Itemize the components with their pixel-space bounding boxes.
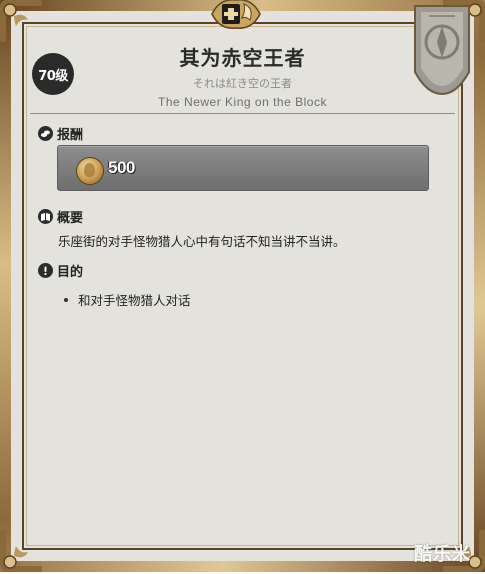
quest-title-block: 其为赤空王者 それは紅き空の王者 The Newer King on the B… xyxy=(0,42,485,109)
gil-coin-icon xyxy=(76,157,104,185)
objective-section-heading: 目的 xyxy=(38,261,83,280)
quest-type-emblem-icon xyxy=(211,0,261,29)
gil-amount: 500 xyxy=(108,158,135,177)
bullet-icon xyxy=(64,297,68,302)
quest-title-japanese: それは紅き空の王者 xyxy=(193,77,292,90)
corner-ornament-icon xyxy=(0,0,42,42)
coins-icon xyxy=(38,126,53,141)
summary-heading-label: 概要 xyxy=(57,211,84,226)
reward-section-heading: 报酬 xyxy=(38,124,83,143)
site-watermark: 酷乐米 xyxy=(414,544,471,565)
book-icon xyxy=(38,209,53,224)
summary-text: 乐座街的对手怪物猎人心中有句话不知当讲不当讲。 xyxy=(58,234,346,249)
objective-heading-label: 目的 xyxy=(57,265,84,280)
corner-ornament-icon xyxy=(0,530,42,572)
exclamation-icon xyxy=(38,263,53,278)
quest-title: 其为赤空王者 xyxy=(179,46,306,70)
reward-panel[interactable]: 500 xyxy=(57,145,429,191)
objective-text: 和对手怪物猎人对话 xyxy=(78,293,191,308)
objective-list-item: 和对手怪物猎人对话 xyxy=(64,290,191,309)
title-divider xyxy=(30,113,455,114)
quest-title-english: The Newer King on the Block xyxy=(158,95,327,109)
reward-heading-label: 报酬 xyxy=(57,128,84,143)
summary-section-heading: 概要 xyxy=(38,207,83,226)
